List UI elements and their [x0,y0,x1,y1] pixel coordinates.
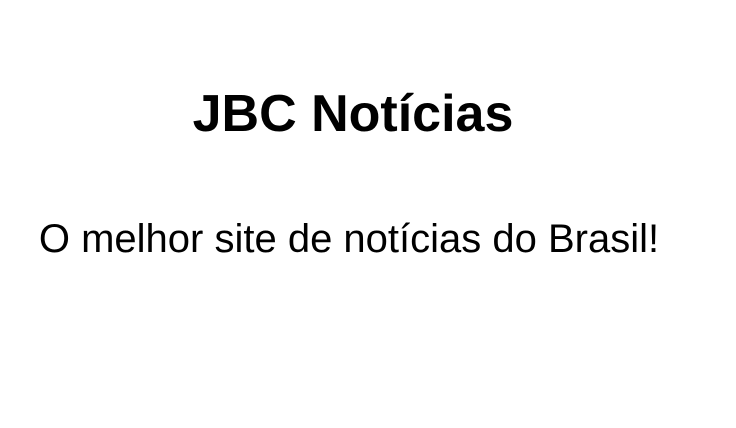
site-tagline: O melhor site de notícias do Brasil! [38,217,660,261]
page: JBC Notícias O melhor site de notícias d… [0,0,736,428]
site-title: JBC Notícias [192,85,514,143]
